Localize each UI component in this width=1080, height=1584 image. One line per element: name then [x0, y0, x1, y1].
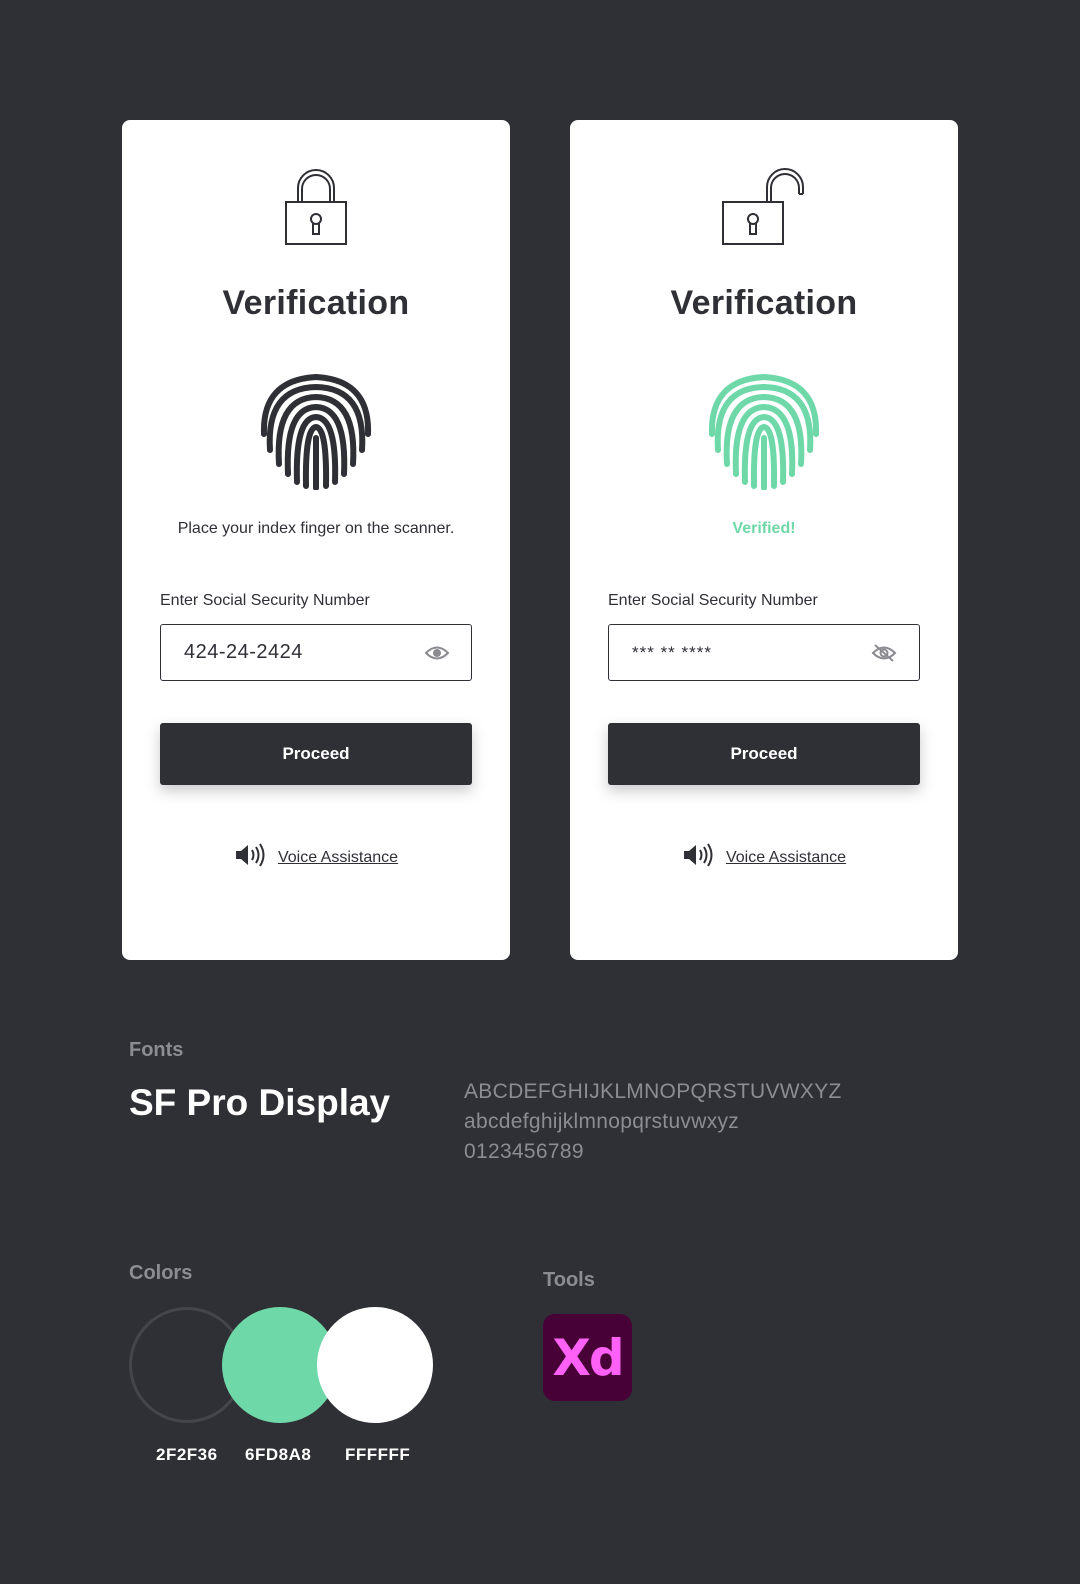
- lock-open-icon: [570, 168, 958, 248]
- lock-closed-icon: [122, 168, 510, 248]
- eye-icon[interactable]: [425, 645, 449, 661]
- ssn-input[interactable]: 424-24-2424: [160, 624, 472, 681]
- voice-assistance-link[interactable]: Voice Assistance: [726, 849, 846, 867]
- verification-card-unlocked: Verification Verified! Enter Social Secu…: [570, 120, 958, 960]
- verified-message: Verified!: [732, 520, 796, 537]
- fonts-heading: Fonts: [129, 1039, 184, 1061]
- adobe-xd-logo: Xd: [543, 1314, 632, 1401]
- page-title: Verification: [670, 284, 858, 322]
- ssn-value[interactable]: 424-24-2424: [184, 641, 303, 664]
- font-sample-uppercase: ABCDEFGHIJKLMNOPQRSTUVWXYZ: [464, 1080, 842, 1103]
- proceed-button[interactable]: Proceed: [160, 723, 472, 785]
- color-code-white: FFFFFF: [345, 1445, 411, 1464]
- scan-instruction: Place your index finger on the scanner.: [177, 520, 455, 537]
- speaker-icon[interactable]: [682, 842, 716, 873]
- speaker-icon[interactable]: [234, 842, 268, 873]
- ssn-value-masked[interactable]: *** ** ****: [632, 643, 712, 663]
- verification-card-locked: Verification Place your index finger on …: [122, 120, 510, 960]
- color-code-green: 6FD8A8: [245, 1445, 312, 1464]
- color-code-dark: 2F2F36: [156, 1445, 218, 1464]
- colors-heading: Colors: [129, 1262, 193, 1284]
- voice-assistance-link[interactable]: Voice Assistance: [278, 849, 398, 867]
- ssn-input[interactable]: *** ** ****: [608, 624, 920, 681]
- eye-off-icon[interactable]: [871, 643, 897, 663]
- fingerprint-icon[interactable]: [570, 372, 958, 490]
- fingerprint-icon[interactable]: [122, 372, 510, 490]
- page-title: Verification: [222, 284, 410, 322]
- proceed-button[interactable]: Proceed: [608, 723, 920, 785]
- color-swatch-white: [317, 1307, 433, 1423]
- font-sample-digits: 0123456789: [464, 1140, 584, 1163]
- tools-heading: Tools: [543, 1269, 595, 1291]
- ssn-label: Enter Social Security Number: [608, 592, 818, 609]
- voice-assistance[interactable]: Voice Assistance: [570, 842, 958, 873]
- ssn-label: Enter Social Security Number: [160, 592, 370, 609]
- font-sample-lowercase: abcdefghijklmnopqrstuvwxyz: [464, 1110, 740, 1133]
- voice-assistance[interactable]: Voice Assistance: [122, 842, 510, 873]
- font-name: SF Pro Display: [129, 1082, 391, 1123]
